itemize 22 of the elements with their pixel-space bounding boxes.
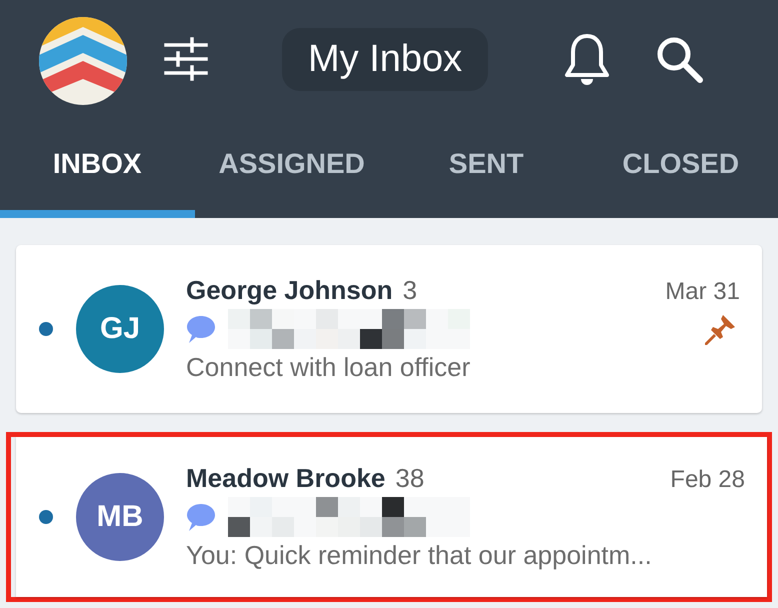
date-label: Mar 31 <box>665 278 740 306</box>
filter-sliders-icon[interactable] <box>164 37 208 81</box>
chat-bubble-icon <box>186 314 216 344</box>
conversation-card[interactable]: MB Meadow Brooke 38 Feb 28 You: Quick reminder that our appointm... <box>16 437 767 597</box>
tab[interactable]: INBOX <box>0 118 194 218</box>
chat-bubble-icon <box>186 502 216 532</box>
conversation-card[interactable]: GJ George Johnson 3 Mar 31 Connect with loan officer <box>16 245 762 413</box>
contact-name: George Johnson <box>186 275 393 306</box>
avatar: MB <box>76 473 164 561</box>
message-count: 38 <box>395 463 424 494</box>
message-count: 3 <box>402 275 418 306</box>
message-preview: You: Quick reminder that our appointm... <box>186 540 653 571</box>
date-label: Feb 28 <box>670 466 745 494</box>
contact-name: Meadow Brooke <box>186 463 386 494</box>
pin-icon[interactable] <box>704 312 738 346</box>
tab[interactable]: CLOSED <box>584 118 778 218</box>
notifications-bell-icon[interactable] <box>564 32 610 86</box>
message-preview: Connect with loan officer <box>186 352 472 383</box>
avatar: GJ <box>76 285 164 373</box>
tab[interactable]: ASSIGNED <box>194 118 389 218</box>
inbox-title[interactable]: My Inbox <box>282 28 488 90</box>
tab[interactable]: SENT <box>389 118 584 218</box>
